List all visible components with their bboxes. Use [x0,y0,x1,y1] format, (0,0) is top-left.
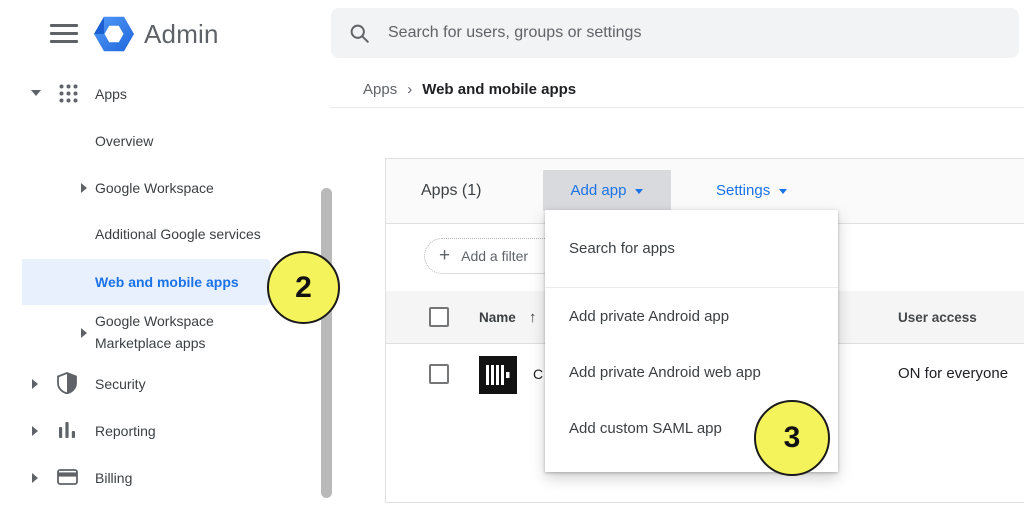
settings-button[interactable]: Settings [702,170,801,211]
row-checkbox[interactable] [429,364,449,384]
admin-logo: Admin [93,13,219,55]
chevron-down-icon [635,189,643,194]
sidebar-item-additional-google-services[interactable]: Additional Google services [95,226,261,242]
reporting-caret-icon[interactable] [32,426,38,436]
menu-item-add-private-android-app[interactable]: Add private Android app [545,288,838,344]
sidebar-item-google-workspace[interactable]: Google Workspace [95,180,214,196]
security-caret-icon[interactable] [32,379,38,389]
annotation-step-3-number: 3 [784,421,801,455]
sidebar-item-reporting[interactable]: Reporting [95,423,156,439]
sidebar-scrollbar-thumb[interactable] [321,188,332,498]
google-workspace-caret-icon[interactable] [81,183,87,193]
user-access-value: ON for everyone [898,365,1008,382]
app-name[interactable]: C [533,364,543,384]
settings-button-label: Settings [716,182,770,199]
sidebar-item-overview[interactable]: Overview [95,133,153,149]
breadcrumb-divider [330,107,1024,108]
select-all-checkbox[interactable] [429,307,449,327]
annotation-step-2: 2 [267,251,340,324]
sort-ascending-icon[interactable]: ↑ [529,291,537,344]
sidebar-item-billing[interactable]: Billing [95,470,132,486]
chevron-down-icon [779,189,787,194]
add-app-button-label: Add app [571,182,627,199]
billing-caret-icon[interactable] [32,473,38,483]
bar-chart-icon [58,421,76,438]
breadcrumb: Apps › Web and mobile apps [363,78,576,100]
annotation-step-2-number: 2 [295,271,312,305]
sidebar-item-label: Web and mobile apps [95,274,239,290]
menu-item-add-private-android-web-app[interactable]: Add private Android web app [545,344,838,400]
sidebar-item-security[interactable]: Security [95,376,146,392]
add-filter-label: Add a filter [461,248,528,264]
admin-hexagon-icon [93,13,135,55]
global-search-bar[interactable] [331,8,1019,58]
sidebar-item-apps[interactable]: Apps [95,86,127,102]
app-logo-icon [479,356,517,394]
add-app-button[interactable]: Add app [543,170,671,211]
apps-expand-caret-icon[interactable] [31,90,41,96]
sidebar-item-web-and-mobile-apps[interactable]: Web and mobile apps [22,259,270,305]
breadcrumb-current: Web and mobile apps [422,81,576,98]
column-header-user-access[interactable]: User access [898,291,977,344]
credit-card-icon [57,469,78,485]
plus-icon: + [439,245,450,267]
sidebar-item-marketplace-apps[interactable]: Google Workspace Marketplace apps [95,310,257,354]
apps-grid-icon [59,84,78,103]
annotation-step-3: 3 [754,400,830,476]
search-input[interactable] [386,23,1001,43]
marketplace-caret-icon[interactable] [81,328,87,338]
breadcrumb-parent[interactable]: Apps [363,81,397,98]
menu-item-search-for-apps[interactable]: Search for apps [545,210,838,287]
app-title: Admin [144,19,219,50]
menu-hamburger-icon[interactable] [50,24,78,44]
search-icon [349,23,370,44]
column-header-name[interactable]: Name [479,291,516,344]
shield-icon [57,372,77,394]
apps-count-title: Apps (1) [421,159,481,223]
breadcrumb-separator: › [407,81,412,98]
